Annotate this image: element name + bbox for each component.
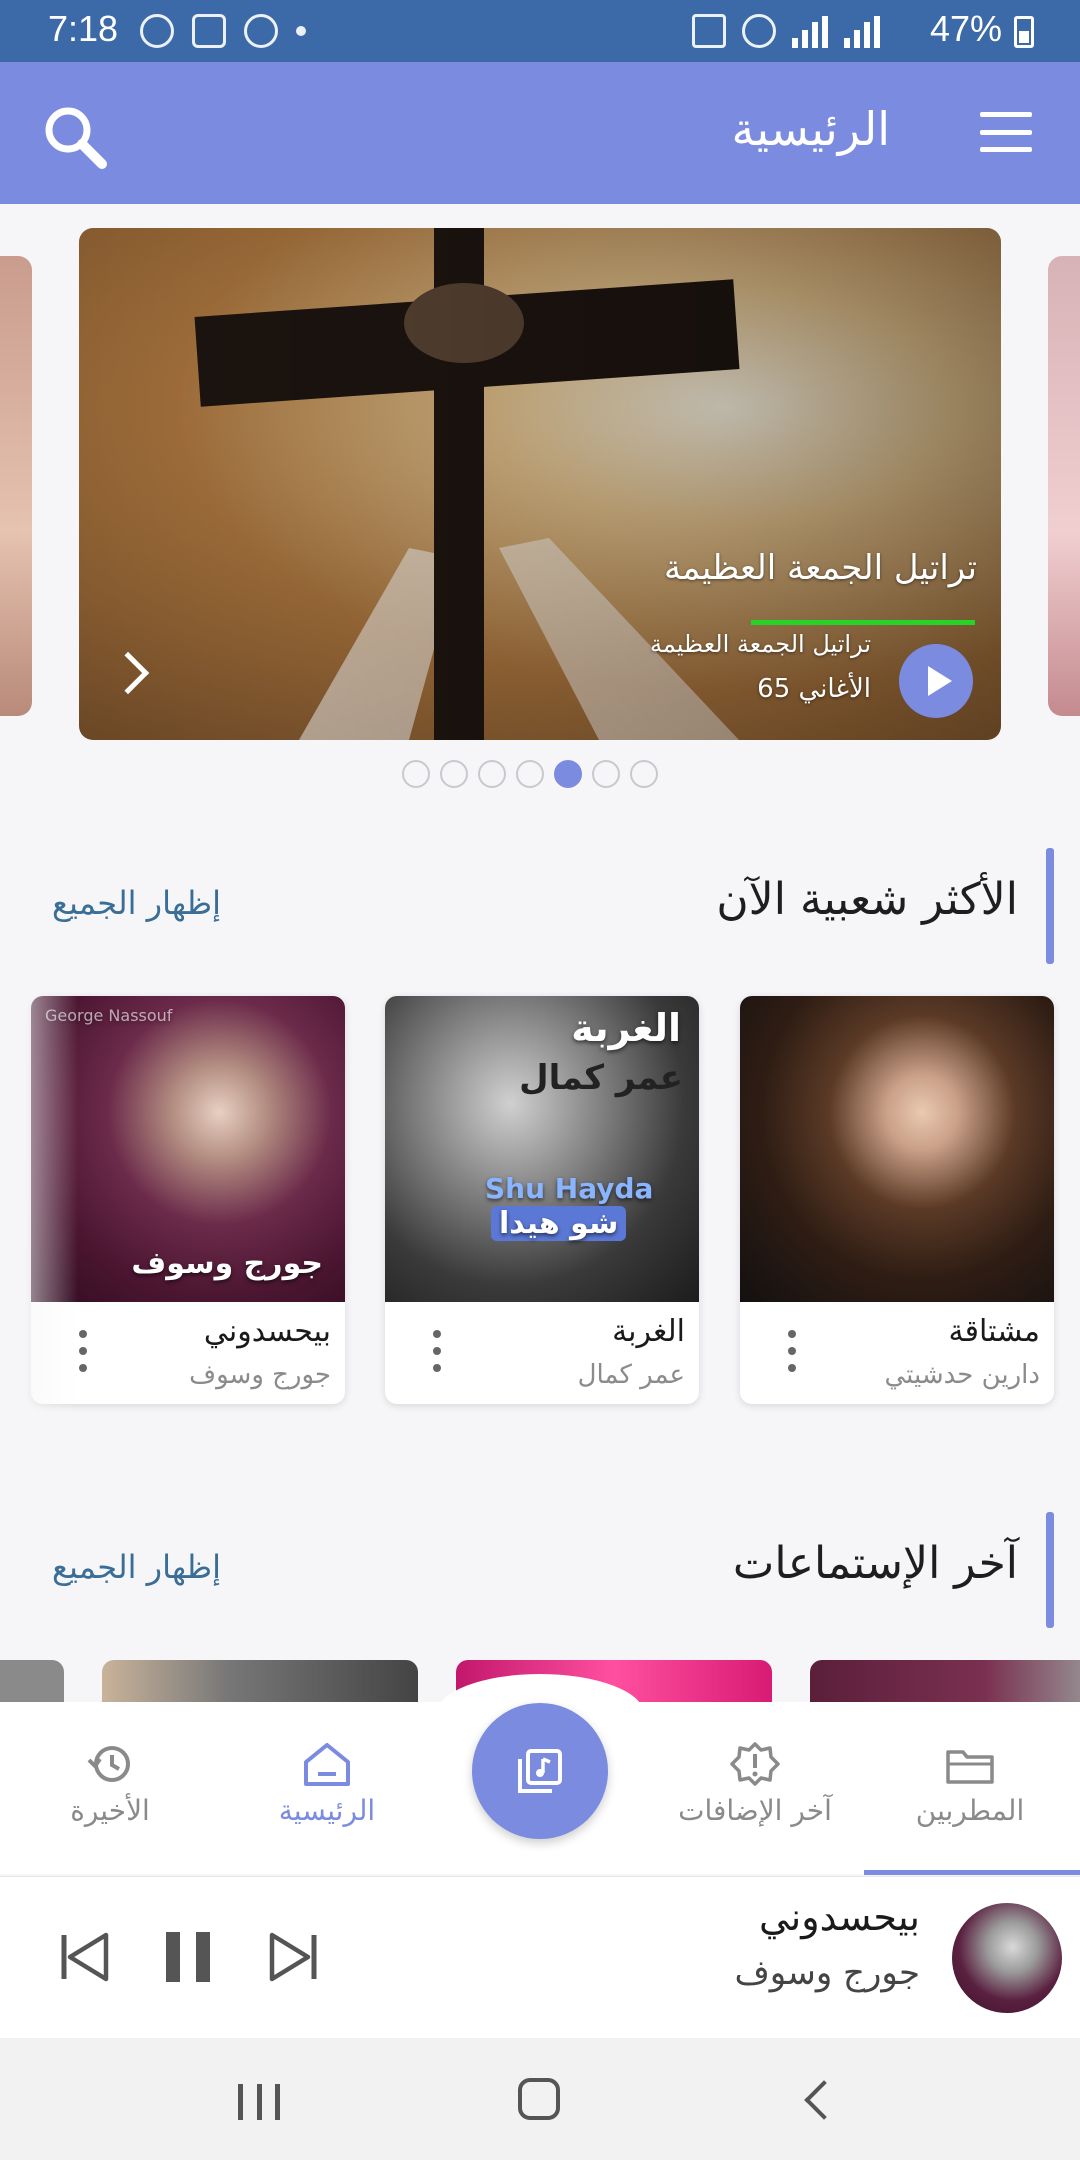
system-icons xyxy=(692,14,880,48)
popular-show-all-link[interactable]: إظهار الجميع xyxy=(52,884,221,922)
carousel-next-slide[interactable] xyxy=(1048,256,1080,716)
folder-icon xyxy=(946,1750,994,1784)
notification-icons xyxy=(140,14,306,48)
nav-artists[interactable]: المطربين xyxy=(880,1742,1060,1827)
app-header: الرئيسية xyxy=(0,62,1080,204)
status-time: 7:18 xyxy=(48,8,119,49)
song-title: بيحسدوني xyxy=(203,1314,331,1349)
search-icon[interactable] xyxy=(40,102,110,172)
carousel-dot[interactable] xyxy=(592,760,620,788)
page-title: الرئيسية xyxy=(731,102,890,156)
carousel-dot[interactable] xyxy=(478,760,506,788)
song-artwork: الغربة عمر كمال Shu Hayda شو هيدا xyxy=(385,996,699,1302)
song-artwork xyxy=(740,996,1054,1302)
carousel-dot[interactable] xyxy=(516,760,544,788)
history-icon xyxy=(87,1746,130,1782)
recent-section-accent xyxy=(1046,1512,1054,1628)
song-card[interactable]: مشتاقة دارين حدشيتي xyxy=(740,996,1054,1404)
artwork-text: الغربة xyxy=(571,1006,681,1050)
slide-title: تراتيل الجمعة العظيمة xyxy=(663,548,977,588)
signal-icon xyxy=(792,16,828,48)
mini-player[interactable]: بيحسدوني جورج وسوف xyxy=(0,1876,1080,2038)
home-button-icon[interactable] xyxy=(518,2078,560,2120)
mute-icon xyxy=(692,14,726,48)
song-title: مشتاقة xyxy=(948,1314,1040,1349)
status-bar: 7:18 47% xyxy=(0,0,1080,62)
slide-underline xyxy=(751,620,975,625)
artwork-text: شو هيدا xyxy=(491,1206,627,1241)
app-root: 7:18 47% الرئيسية تراتيل الجمعة العظيمة … xyxy=(0,0,1080,2160)
play-playlist-button[interactable] xyxy=(899,644,973,718)
library-button[interactable] xyxy=(472,1703,608,1839)
more-options-icon[interactable] xyxy=(79,1330,87,1372)
carousel-dot[interactable] xyxy=(402,760,430,788)
playback-progress[interactable] xyxy=(864,1870,1080,1875)
song-artwork: George Nassouf جورج وسوف xyxy=(31,996,345,1302)
artwork-text: Shu Hayda xyxy=(485,1172,654,1205)
popular-section-accent xyxy=(1046,848,1054,964)
recent-section-title: آخر الإستماعات xyxy=(732,1538,1018,1589)
nav-home[interactable]: الرئيسية xyxy=(237,1742,417,1827)
carousel-dot-active[interactable] xyxy=(554,760,582,788)
menu-icon[interactable] xyxy=(980,112,1032,152)
alert-badge-icon xyxy=(730,1742,780,1786)
nav-recent-label: الأخيرة xyxy=(70,1794,150,1827)
more-options-icon[interactable] xyxy=(788,1330,796,1372)
slide-shade xyxy=(79,228,1001,740)
home-icon xyxy=(304,1743,350,1786)
song-title: الغربة xyxy=(612,1314,685,1349)
recent-apps-icon[interactable] xyxy=(238,2084,280,2120)
whatsapp-icon xyxy=(140,14,174,48)
skip-previous-icon[interactable] xyxy=(58,1929,112,1985)
video-icon xyxy=(192,14,226,48)
more-notifications-icon xyxy=(296,26,306,36)
slide-subtitle: تراتيل الجمعة العظيمة xyxy=(650,630,871,658)
now-playing-title: بيحسدوني xyxy=(758,1895,920,1939)
nav-latest[interactable]: آخر الإضافات xyxy=(665,1742,845,1827)
nav-home-label: الرئيسية xyxy=(278,1794,376,1827)
carousel-slide[interactable]: تراتيل الجمعة العظيمة تراتيل الجمعة العظ… xyxy=(79,228,1001,740)
nav-recent[interactable]: الأخيرة xyxy=(20,1742,200,1827)
now-playing-artwork xyxy=(952,1903,1062,2013)
call-icon xyxy=(244,14,278,48)
popular-section-title: الأكثر شعبية الآن xyxy=(716,874,1018,925)
featured-carousel[interactable]: تراتيل الجمعة العظيمة تراتيل الجمعة العظ… xyxy=(0,228,1080,748)
artwork-text: عمر كمال xyxy=(519,1058,683,1098)
scroll-fade xyxy=(0,972,78,1458)
carousel-dots xyxy=(402,760,658,788)
artwork-text: جورج وسوف xyxy=(131,1246,323,1281)
carousel-prev-slide[interactable] xyxy=(0,256,32,716)
carousel-dot[interactable] xyxy=(440,760,468,788)
back-icon[interactable] xyxy=(804,2080,844,2120)
wifi-icon xyxy=(742,14,776,48)
now-playing-artist: جورج وسوف xyxy=(734,1953,920,1993)
song-artist: عمر كمال xyxy=(577,1360,685,1390)
carousel-dot[interactable] xyxy=(630,760,658,788)
pause-icon[interactable] xyxy=(162,1929,216,1985)
slide-song-count: 65 الأغاني xyxy=(757,674,871,704)
music-library-icon xyxy=(518,1749,562,1793)
system-nav-bar xyxy=(0,2038,1080,2160)
battery-percent: 47% xyxy=(929,8,1002,49)
recent-show-all-link[interactable]: إظهار الجميع xyxy=(52,1548,221,1586)
song-card[interactable]: George Nassouf جورج وسوف بيحسدوني جورج و… xyxy=(31,996,345,1404)
song-artist: جورج وسوف xyxy=(189,1360,331,1390)
song-artist: دارين حدشيتي xyxy=(884,1360,1040,1390)
song-card[interactable]: الغربة عمر كمال Shu Hayda شو هيدا الغربة… xyxy=(385,996,699,1404)
nav-artists-label: المطربين xyxy=(915,1794,1025,1827)
signal-2-icon xyxy=(844,16,880,48)
battery-icon xyxy=(1014,16,1034,48)
skip-next-icon[interactable] xyxy=(266,1929,320,1985)
more-options-icon[interactable] xyxy=(433,1330,441,1372)
nav-latest-label: آخر الإضافات xyxy=(678,1794,832,1827)
